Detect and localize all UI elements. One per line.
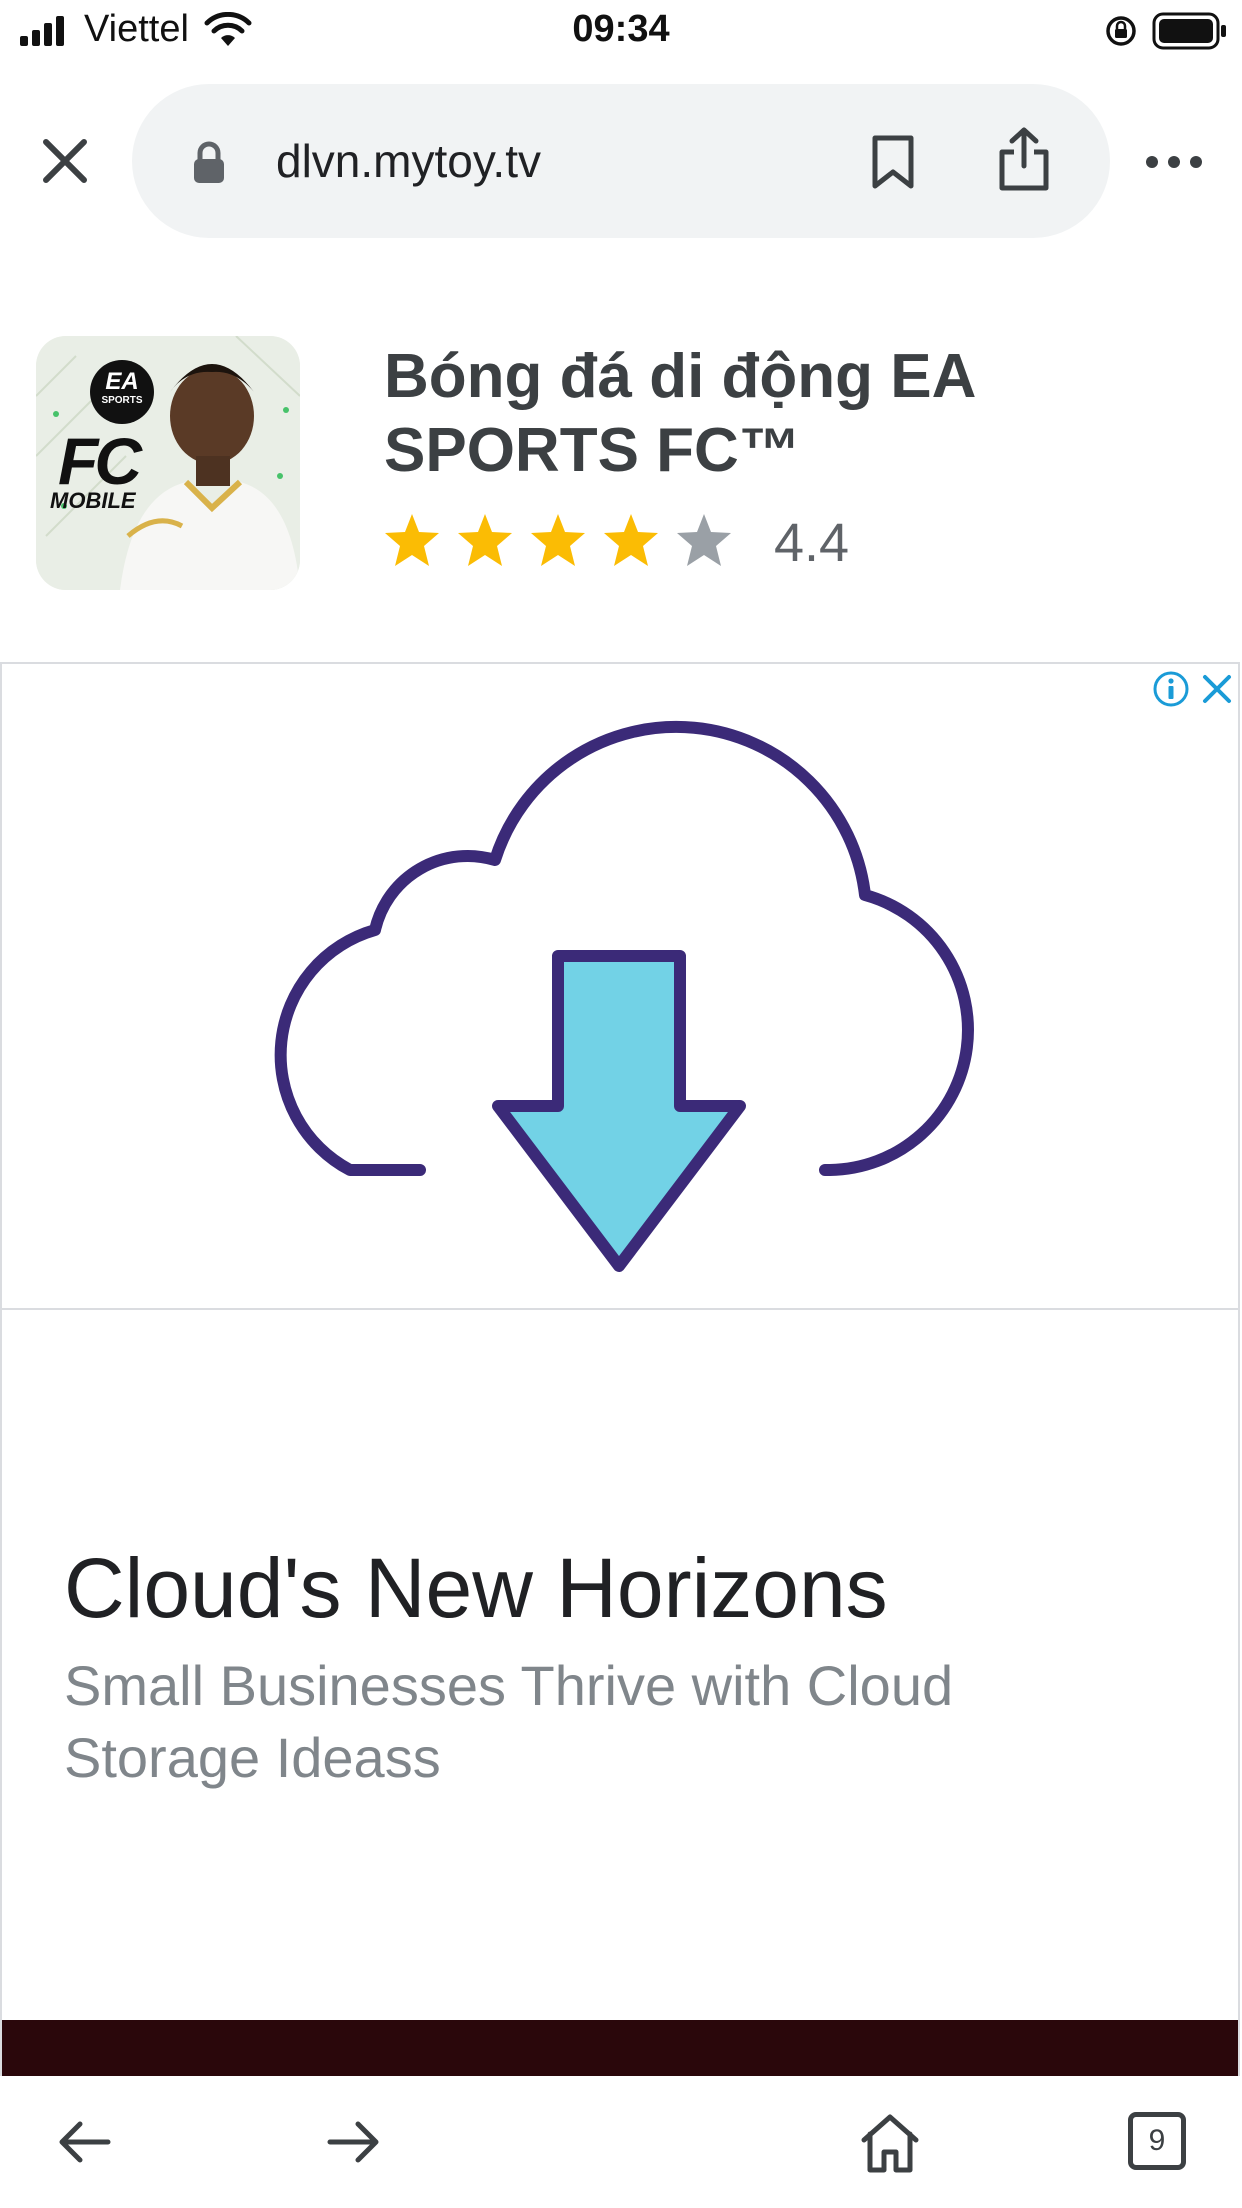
cloud-download-icon [274,720,974,1272]
bottom-toolbar [0,2076,1242,2208]
rating-value: 4.4 [774,513,850,573]
ad-bottom-strip [2,2020,1238,2076]
star-icon [531,514,585,566]
forward-arrow-icon[interactable] [326,2118,382,2166]
fc-logo-text: FC [58,424,142,498]
star-icon [604,514,658,566]
rating-stars [384,512,744,577]
bookmark-icon[interactable] [870,134,916,190]
app-icon[interactable]: EA SPORTS FC MOBILE [36,336,300,590]
status-bar: Viettel 09:34 [0,0,1242,62]
share-icon[interactable] [996,126,1052,192]
battery-icon [1152,12,1226,50]
tabs-icon[interactable]: 9 [1128,2112,1186,2170]
star-icon [385,514,439,566]
ad-close-icon[interactable] [1200,672,1234,706]
star-empty-icon [677,514,731,566]
ad-body[interactable]: Small Businesses Thrive with Cloud Stora… [64,1650,1044,1794]
ad-divider [2,1308,1238,1310]
app-title: Bóng đá di động EA SPORTS FC™ [384,342,975,485]
mobile-logo-text: MOBILE [50,488,136,513]
star-icon [458,514,512,566]
close-icon[interactable] [40,136,90,186]
orientation-lock-icon [1106,16,1136,46]
ad-info-icon[interactable] [1152,670,1190,708]
more-icon[interactable] [1144,150,1204,174]
url-text[interactable]: dlvn.mytoy.tv [276,134,541,188]
ea-logo-text: EA [105,368,139,395]
home-icon[interactable] [860,2112,920,2174]
status-time: 09:34 [572,8,670,50]
back-arrow-icon[interactable] [56,2118,112,2166]
ad-headline[interactable]: Cloud's New Horizons [64,1540,888,1637]
ea-sports-text: SPORTS [101,395,143,406]
lock-icon [194,141,224,183]
